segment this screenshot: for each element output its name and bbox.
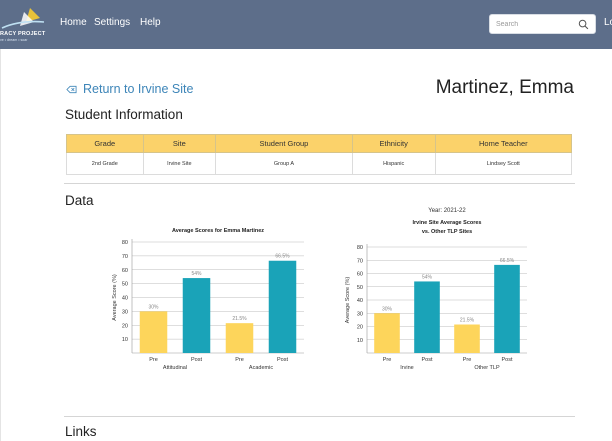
- chart-title: Irvine Site Average Scores: [413, 220, 482, 226]
- logo-mark-icon: [1, 8, 45, 29]
- back-arrow-icon: [66, 85, 77, 93]
- data-section-title: Data: [65, 193, 94, 208]
- x-tick-label: Pre: [463, 357, 472, 363]
- links-section-title: Links: [65, 424, 97, 439]
- cell-grade: 2nd Grade: [66, 152, 144, 175]
- table-row: 2nd Grade Irvine Site Group A Hispanic L…: [66, 152, 573, 175]
- y-tick-label: 30: [357, 311, 363, 317]
- cell-home-teacher: Lindsey Scott: [434, 152, 573, 175]
- bar-value-label: 54%: [191, 271, 202, 277]
- logo[interactable]: RACY PROJECT ve • dream • soar: [0, 6, 50, 44]
- y-tick-label: 10: [122, 337, 128, 343]
- y-tick-label: 20: [122, 323, 128, 329]
- chart-bar: [374, 313, 400, 353]
- nav-home-link[interactable]: Home: [60, 17, 87, 28]
- column-header-home-teacher: Home Teacher: [434, 134, 573, 153]
- chart-subtitle: vs. Other TLP Sites: [422, 229, 472, 235]
- chart-bar: [414, 281, 440, 353]
- cell-student-group: Group A: [215, 152, 353, 175]
- x-group-label: Attitudinal: [163, 365, 187, 371]
- bar-value-label: 66.5%: [500, 258, 515, 264]
- y-tick-label: 30: [122, 309, 128, 315]
- bar-value-label: 21.5%: [460, 318, 475, 324]
- bar-value-label: 66.5%: [275, 254, 290, 260]
- y-tick-label: 40: [122, 296, 128, 302]
- y-axis-label: Average Score (%): [345, 277, 351, 324]
- x-tick-label: Post: [501, 357, 512, 363]
- logo-subtitle: ve • dream • soar: [0, 38, 28, 42]
- bar-value-label: 21.5%: [232, 316, 247, 322]
- table-header-row: Grade Site Student Group Ethnicity Home …: [66, 134, 573, 153]
- x-tick-label: Post: [191, 357, 202, 363]
- y-tick-label: 50: [357, 285, 363, 291]
- chart-bar: [494, 264, 520, 353]
- column-header-student-group: Student Group: [215, 134, 353, 153]
- y-tick-label: 60: [122, 268, 128, 274]
- y-tick-label: 20: [357, 325, 363, 331]
- chart-title: Average Scores for Emma Martinez: [172, 228, 264, 234]
- x-tick-label: Post: [421, 357, 432, 363]
- bar-value-label: 30%: [382, 306, 393, 312]
- search-box: [489, 14, 596, 34]
- student-info-title: Student Information: [65, 107, 183, 122]
- x-group-label: Other TLP: [474, 365, 500, 371]
- top-nav: RACY PROJECT ve • dream • soar Home Sett…: [0, 0, 612, 49]
- chart-bar: [454, 324, 480, 353]
- y-tick-label: 80: [122, 240, 128, 246]
- nav-login-link[interactable]: Lo: [604, 17, 612, 28]
- chart-bar: [139, 311, 168, 353]
- nav-settings-link[interactable]: Settings: [94, 17, 130, 28]
- column-header-grade: Grade: [66, 134, 144, 153]
- student-info-table: Grade Site Student Group Ethnicity Home …: [66, 134, 573, 175]
- divider: [64, 416, 575, 417]
- student-scores-chart: Average Scores for Emma Martinez 10 20 30 40…: [112, 228, 304, 371]
- divider: [64, 183, 575, 184]
- y-tick-label: 40: [357, 298, 363, 304]
- column-header-site: Site: [142, 134, 217, 153]
- student-name: Martinez, Emma: [435, 77, 574, 98]
- bar-value-label: 30%: [148, 304, 159, 310]
- nav-help-link[interactable]: Help: [140, 17, 161, 28]
- y-tick-label: 70: [357, 258, 363, 264]
- bar-value-label: 54%: [422, 274, 433, 280]
- y-tick-label: 70: [122, 254, 128, 260]
- x-tick-label: Pre: [383, 357, 392, 363]
- x-tick-label: Pre: [149, 357, 158, 363]
- chart-year: Year: 2021-22: [428, 208, 466, 214]
- y-tick-label: 50: [122, 282, 128, 288]
- chart-bar: [268, 260, 297, 353]
- x-tick-label: Post: [277, 357, 288, 363]
- x-tick-label: Pre: [235, 357, 244, 363]
- x-group-label: Academic: [249, 365, 273, 371]
- return-link[interactable]: Return to Irvine Site: [66, 82, 193, 96]
- column-header-ethnicity: Ethnicity: [351, 134, 436, 153]
- y-tick-label: 10: [357, 338, 363, 344]
- y-tick-label: 80: [357, 245, 363, 251]
- search-input[interactable]: [496, 18, 574, 30]
- chart-bar: [225, 323, 254, 353]
- search-icon[interactable]: [578, 19, 589, 30]
- return-link-label: Return to Irvine Site: [83, 82, 194, 96]
- site-comparison-chart: Year: 2021-22 Irvine Site Average Scores v…: [345, 208, 527, 371]
- logo-title: RACY PROJECT: [0, 31, 46, 37]
- x-group-label: Irvine: [400, 365, 413, 371]
- cell-site: Irvine Site: [142, 152, 217, 175]
- y-axis-label: Average Score (%): [112, 274, 118, 321]
- cell-ethnicity: Hispanic: [351, 152, 436, 175]
- chart-bar: [182, 278, 211, 353]
- y-tick-label: 60: [357, 272, 363, 278]
